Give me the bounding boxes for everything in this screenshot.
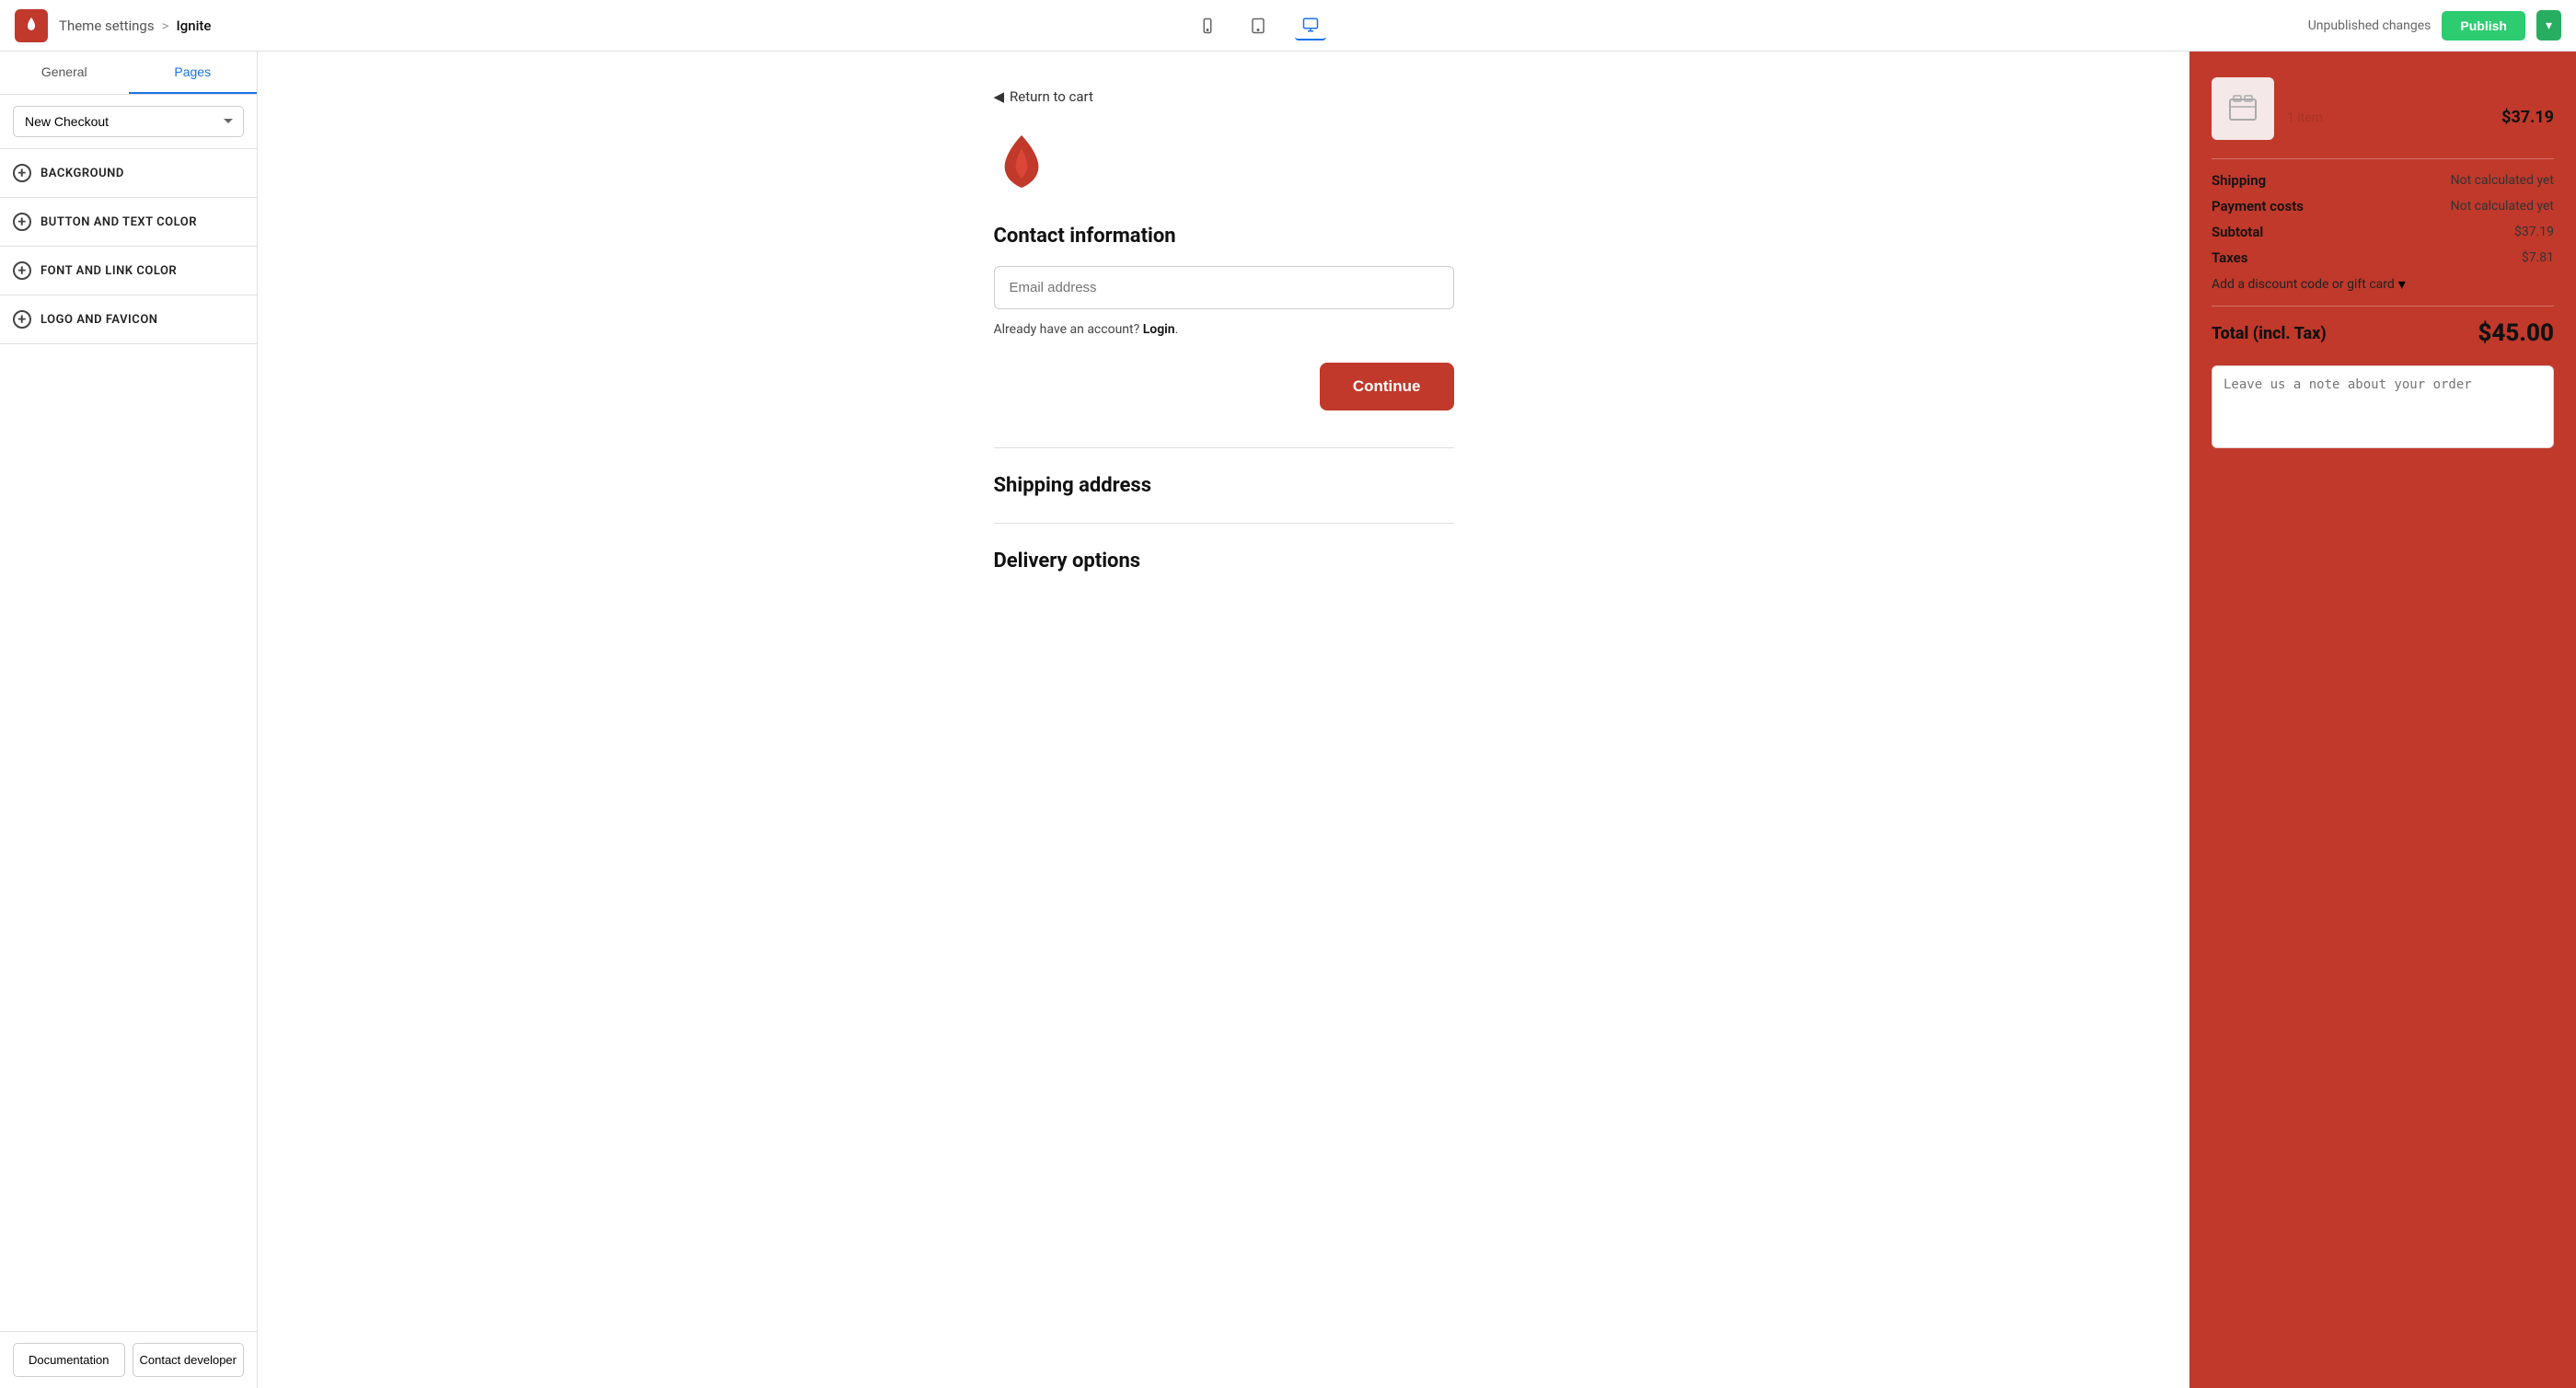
delivery-title: Delivery options: [994, 549, 1454, 573]
checkout-content: ◀ Return to cart Contact information Alr…: [957, 52, 1491, 654]
device-switcher: [222, 11, 2296, 40]
product-price-row: 1 item $37.19: [2287, 108, 2554, 127]
payment-value: Not calculated yet: [2451, 199, 2554, 214]
breadcrumb-current-theme: Ignite: [176, 17, 211, 34]
documentation-button[interactable]: Documentation: [13, 1343, 125, 1377]
discount-label: Add a discount code or gift card: [2212, 277, 2395, 292]
shipping-title: Shipping address: [994, 474, 1454, 497]
sidebar-section-button-text-color[interactable]: + BUTTON AND TEXT COLOR: [0, 198, 257, 247]
return-to-cart-link[interactable]: ◀ Return to cart: [994, 88, 1454, 105]
login-link[interactable]: Login: [1143, 322, 1175, 337]
sidebar-footer: Documentation Contact developer: [0, 1331, 257, 1388]
product-price: $37.19: [2501, 108, 2554, 127]
brand-logo: [994, 131, 1454, 199]
divider-1: [994, 447, 1454, 448]
subtotal-value: $37.19: [2514, 225, 2554, 239]
divider-2: [994, 523, 1454, 524]
section-button-text-label: BUTTON AND TEXT COLOR: [40, 215, 197, 229]
section-background-label: BACKGROUND: [40, 167, 124, 180]
sidebar-section-background[interactable]: + BACKGROUND: [0, 149, 257, 198]
taxes-value: $7.81: [2522, 250, 2554, 265]
breadcrumb-theme-settings[interactable]: Theme settings: [59, 17, 155, 34]
account-text: Already have an account? Login.: [994, 322, 1454, 337]
email-input[interactable]: [994, 266, 1454, 309]
taxes-label: Taxes: [2212, 249, 2247, 266]
desktop-device-btn[interactable]: [1295, 11, 1326, 40]
main-layout: General Pages New Checkout + BACKGROUND …: [0, 52, 2576, 1388]
order-summary-panel: Sample product 1 item $37.19 Shipping No…: [2189, 52, 2576, 1388]
topbar-right: Unpublished changes Publish ▾: [2308, 10, 2561, 40]
subtotal-label: Subtotal: [2212, 224, 2263, 240]
breadcrumb: Theme settings > Ignite: [59, 17, 211, 34]
expand-logo-icon: +: [13, 310, 31, 329]
preview-area: ◀ Return to cart Contact information Alr…: [258, 52, 2576, 1388]
page-select[interactable]: New Checkout: [13, 106, 244, 137]
sidebar: General Pages New Checkout + BACKGROUND …: [0, 52, 258, 1388]
contact-info-title: Contact information: [994, 225, 1454, 248]
app-logo: [15, 9, 48, 42]
tab-pages[interactable]: Pages: [129, 52, 258, 94]
product-thumbnail: [2212, 77, 2274, 140]
topbar: Theme settings > Ignite Unpublished chan…: [0, 0, 2576, 52]
product-info: Sample product 1 item $37.19: [2287, 90, 2554, 127]
summary-divider-2: [2212, 306, 2554, 307]
checkout-preview: ◀ Return to cart Contact information Alr…: [258, 52, 2189, 1388]
publish-dropdown-button[interactable]: ▾: [2536, 10, 2561, 40]
expand-font-link-icon: +: [13, 261, 31, 280]
taxes-row: Taxes $7.81: [2212, 249, 2554, 266]
unpublished-label: Unpublished changes: [2308, 18, 2432, 33]
payment-label: Payment costs: [2212, 198, 2304, 214]
expand-button-text-icon: +: [13, 213, 31, 231]
total-row: Total (incl. Tax) $45.00: [2212, 319, 2554, 347]
shipping-label: Shipping: [2212, 172, 2266, 189]
shipping-value: Not calculated yet: [2451, 173, 2554, 188]
mobile-device-btn[interactable]: [1194, 11, 1221, 40]
product-row: Sample product 1 item $37.19: [2212, 77, 2554, 140]
contact-developer-button[interactable]: Contact developer: [133, 1343, 245, 1377]
shipping-row: Shipping Not calculated yet: [2212, 172, 2554, 189]
subtotal-row: Subtotal $37.19: [2212, 224, 2554, 240]
email-input-wrap: [994, 266, 1454, 309]
total-price: $45.00: [2478, 319, 2554, 347]
total-label: Total (incl. Tax): [2212, 324, 2327, 343]
page-select-wrap: New Checkout: [0, 95, 257, 149]
product-name: Sample product: [2287, 90, 2392, 108]
discount-chevron-icon: ▾: [2398, 275, 2406, 293]
sidebar-section-font-link-color[interactable]: + FONT AND LINK COLOR: [0, 247, 257, 295]
order-note-input[interactable]: [2212, 365, 2554, 448]
sidebar-tabs: General Pages: [0, 52, 257, 95]
sidebar-section-logo-favicon[interactable]: + LOGO AND FAVICON: [0, 295, 257, 344]
summary-divider-1: [2212, 158, 2554, 159]
section-font-link-label: FONT AND LINK COLOR: [40, 264, 177, 278]
product-count: 1 item: [2287, 110, 2323, 125]
product-meta: Sample product: [2287, 90, 2554, 108]
sidebar-spacer: [0, 344, 257, 1331]
return-link-text: Return to cart: [1010, 88, 1093, 105]
discount-row[interactable]: Add a discount code or gift card ▾: [2212, 275, 2554, 293]
continue-button[interactable]: Continue: [1320, 363, 1454, 411]
tablet-device-btn[interactable]: [1243, 11, 1273, 40]
publish-button[interactable]: Publish: [2442, 11, 2525, 40]
continue-btn-wrap: Continue: [994, 363, 1454, 411]
back-arrow-icon: ◀: [994, 88, 1005, 105]
expand-background-icon: +: [13, 164, 31, 182]
section-logo-label: LOGO AND FAVICON: [40, 313, 158, 327]
breadcrumb-separator: >: [162, 17, 169, 34]
tab-general[interactable]: General: [0, 52, 129, 94]
payment-row: Payment costs Not calculated yet: [2212, 198, 2554, 214]
